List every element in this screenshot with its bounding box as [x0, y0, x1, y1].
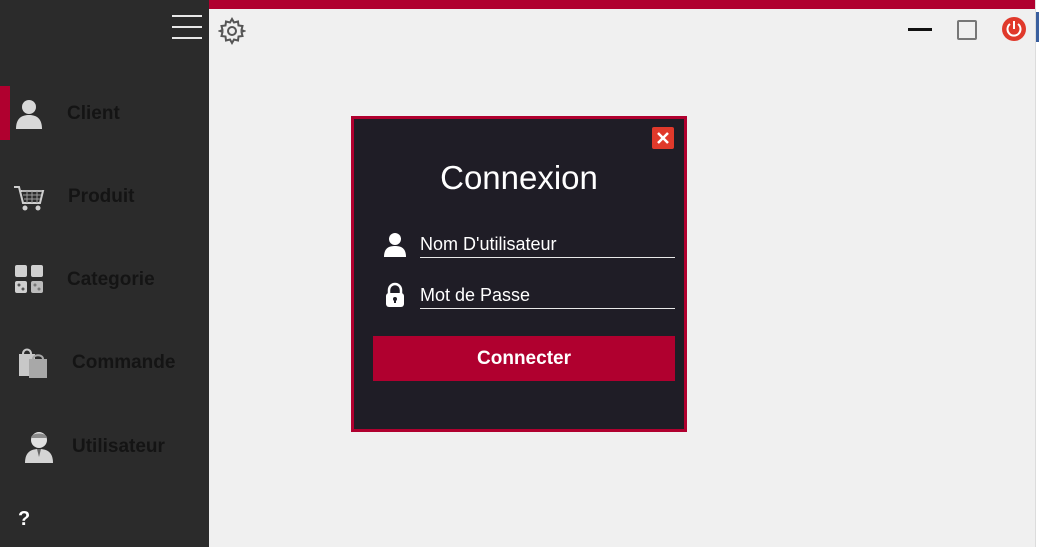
- power-icon[interactable]: [1001, 16, 1027, 42]
- sidebar-item-categorie[interactable]: Categorie: [0, 252, 209, 308]
- user-icon: [16, 100, 42, 129]
- user-icon: [384, 233, 406, 257]
- maximize-button[interactable]: [957, 20, 977, 40]
- sidebar-item-client[interactable]: Client: [0, 86, 209, 142]
- top-accent-bar: [209, 0, 1035, 9]
- person-avatar-icon: [25, 432, 53, 463]
- close-button[interactable]: [652, 127, 674, 149]
- login-dialog: Connexion Nom D'utilisateur Mot de Passe…: [351, 116, 687, 432]
- dialog-title: Connexion: [440, 159, 598, 196]
- sidebar-item-label: Client: [67, 103, 120, 124]
- window-edge: [1035, 0, 1039, 547]
- connect-button[interactable]: Connecter: [373, 336, 675, 381]
- sidebar: Client Produit Categorie Commande Utilis…: [0, 0, 209, 547]
- sidebar-item-label: Commande: [72, 352, 176, 373]
- lock-icon: [386, 282, 404, 307]
- close-icon: [657, 132, 669, 144]
- sidebar-item-produit[interactable]: Produit: [0, 169, 209, 225]
- cart-icon: [14, 186, 45, 211]
- sidebar-item-utilisateur[interactable]: Utilisateur: [0, 419, 209, 475]
- menu-icon[interactable]: [172, 15, 202, 41]
- sidebar-item-commande[interactable]: Commande: [0, 335, 209, 391]
- help-button[interactable]: ?: [18, 508, 30, 531]
- shopping-bags-icon: [19, 348, 47, 378]
- username-placeholder: Nom D'utilisateur: [420, 234, 557, 254]
- username-field[interactable]: Nom D'utilisateur: [420, 231, 675, 258]
- password-placeholder: Mot de Passe: [420, 285, 531, 305]
- password-field[interactable]: Mot de Passe: [420, 282, 675, 309]
- sidebar-item-label: Produit: [68, 186, 135, 207]
- sidebar-item-label: Utilisateur: [72, 436, 165, 457]
- grid-icon: [15, 265, 43, 293]
- active-indicator: [0, 86, 10, 140]
- gear-icon[interactable]: [218, 17, 246, 45]
- minimize-button[interactable]: [908, 28, 932, 31]
- sidebar-item-label: Categorie: [67, 269, 155, 290]
